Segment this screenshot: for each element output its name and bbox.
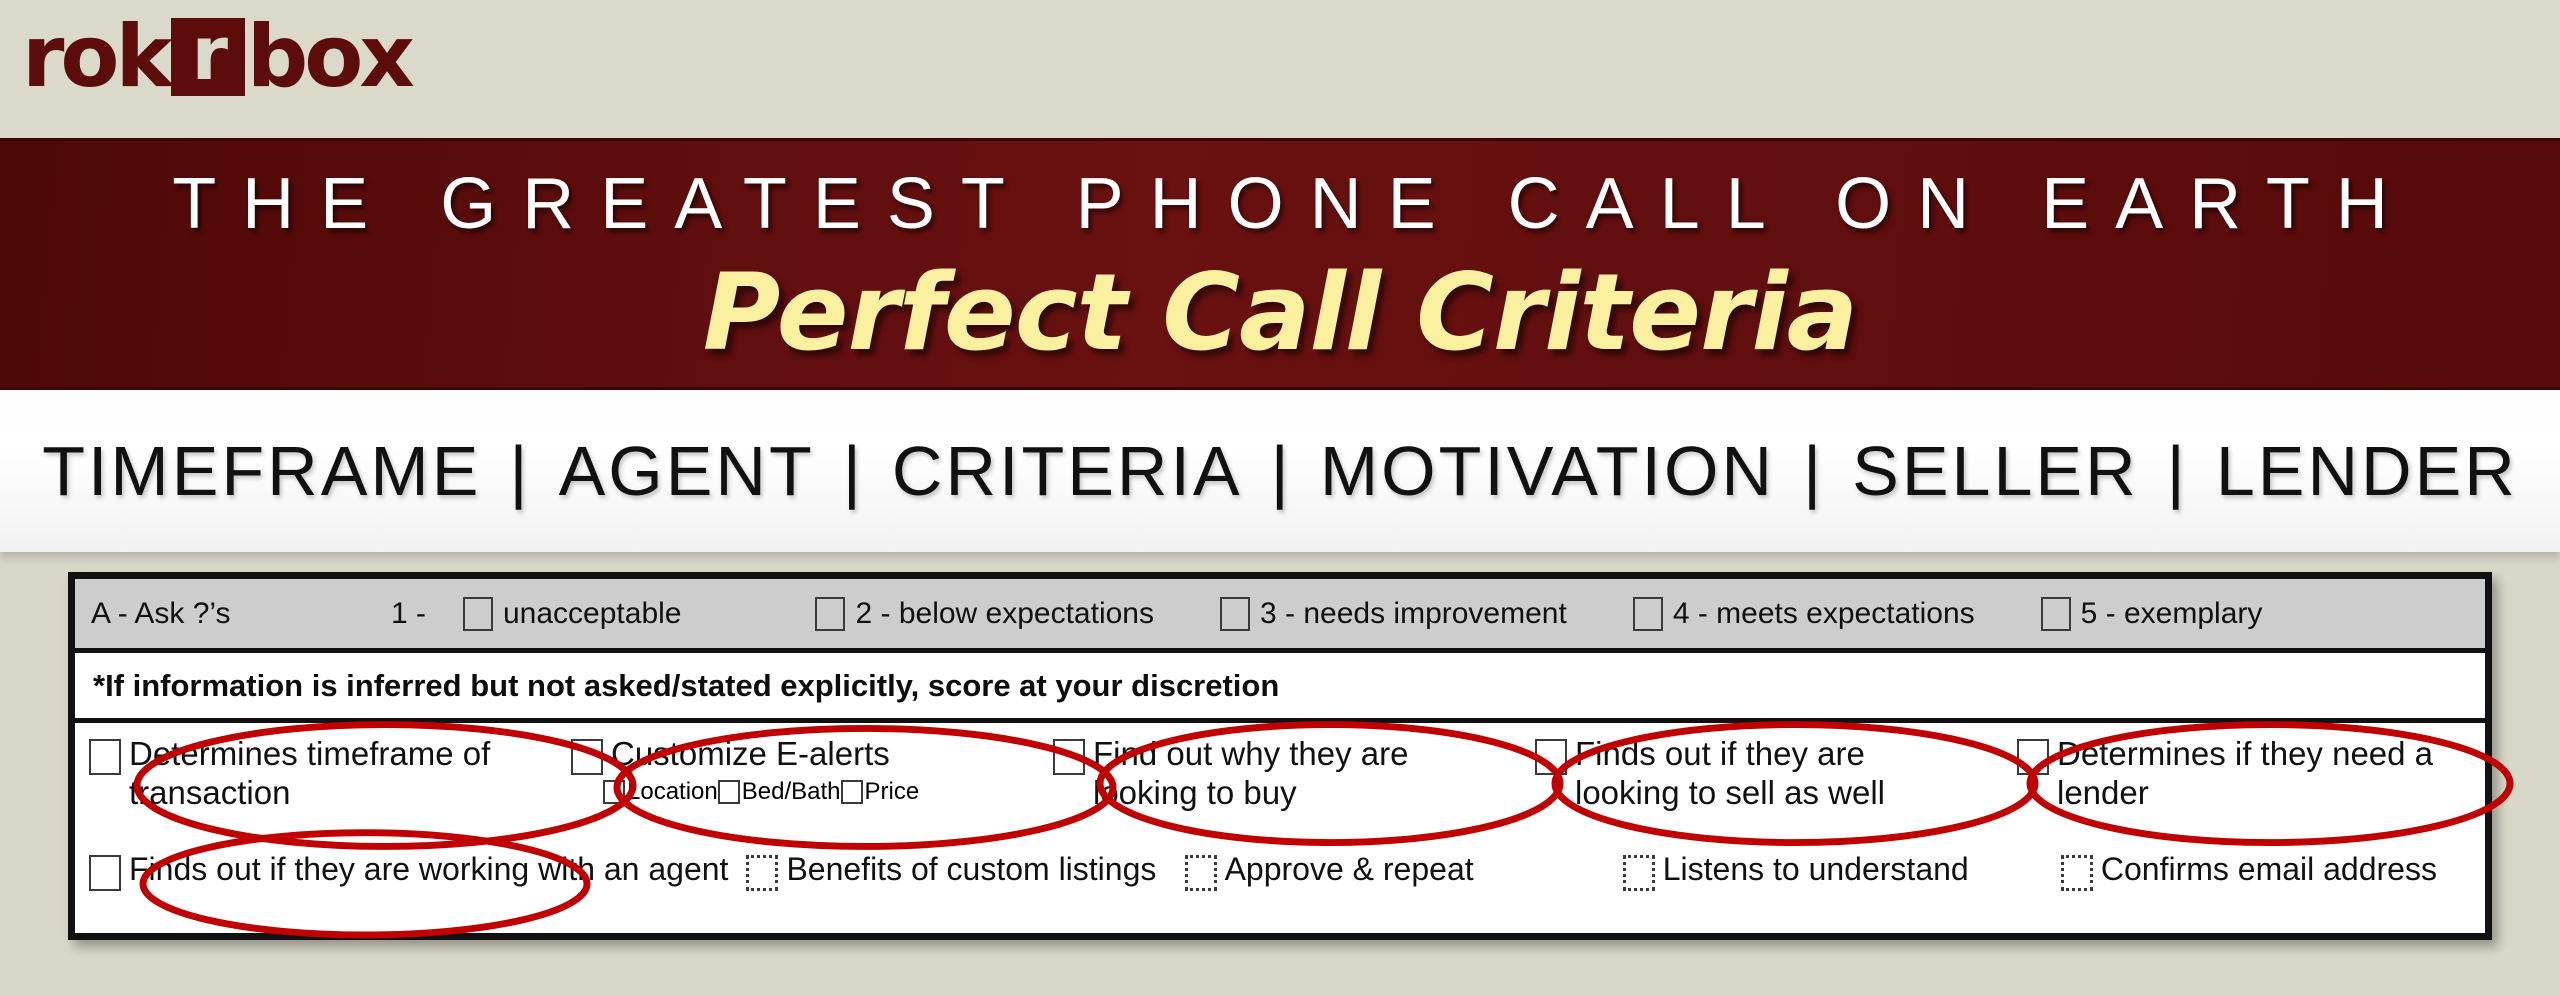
checklist-row-2: Finds out if they are working with an ag… [75, 841, 2485, 933]
nav-items-container: TIMEFRAME | AGENT | CRITERIA | MOTIVATION | SELL… [36, 431, 2524, 511]
legend-option-label: 4 - meets expectations [1672, 596, 1975, 630]
checklist-item[interactable]: Listens to understand [1609, 841, 2047, 933]
legend-option-label: 2 - below expectations [855, 596, 1154, 630]
discretion-note-text: *If information is inferred but not aske… [93, 667, 1280, 703]
nav-item-timeframe[interactable]: TIMEFRAME [36, 431, 487, 511]
sub-option[interactable]: Location [603, 778, 718, 806]
legend-checkbox-4[interactable] [1632, 596, 1663, 631]
checklist-item-label: Determines timeframe of transaction [129, 735, 491, 811]
nav-separator: | [1270, 432, 1292, 510]
legend-option-2[interactable]: 2 - below expectations [805, 596, 1154, 631]
rokrbox-logo[interactable]: rok r box [22, 7, 415, 107]
legend-option-label: 5 - exemplary [2080, 596, 2263, 630]
checklist-item-label: Determines if they need a lender [2057, 735, 2434, 811]
legend-option-label: unacceptable [503, 596, 682, 630]
checklist-sheet-wrapper: A - Ask ?’s 1 - unacceptable 2 - below ex… [0, 552, 2560, 940]
section-nav-strip: TIMEFRAME | AGENT | CRITERIA | MOTIVATION | SELL… [0, 390, 2560, 552]
legend-option-4[interactable]: 4 - meets expectations [1623, 596, 1975, 631]
logo-mark-icon: r [170, 17, 245, 96]
checklist-item[interactable]: Approve & repeat [1171, 841, 1609, 933]
legend-ask-label: A - Ask ?’s [91, 596, 231, 630]
sub-option-label: Bed/Bath [741, 777, 841, 805]
checklist-checkbox[interactable] [89, 739, 121, 775]
checklist-item-label: Customize E-alerts [611, 735, 890, 772]
sub-option-checkbox[interactable] [603, 779, 625, 804]
banner-headline: THE GREATEST PHONE CALL ON EARTH [172, 164, 2414, 244]
legend-option-label: 3 - needs improvement [1260, 596, 1567, 630]
sub-option[interactable]: Bed/Bath [717, 777, 841, 806]
nav-item-motivation[interactable]: MOTIVATION [1314, 431, 1781, 511]
sub-option-checkbox[interactable] [840, 779, 863, 804]
discretion-note-row: *If information is inferred but not aske… [75, 653, 2485, 723]
checklist-checkbox[interactable] [1622, 855, 1655, 891]
banner-subtitle: Perfect Call Criteria [702, 251, 1858, 374]
checklist-item-label: Benefits of custom listings [786, 851, 1157, 887]
nav-separator: | [509, 432, 531, 510]
checklist-item-label: Finds out if they are working with an ag… [129, 851, 729, 887]
checklist-item[interactable]: Confirms email address [2047, 841, 2485, 933]
sub-options-container: Location Bed/Bath Price [603, 778, 919, 806]
checklist-row-1: Determines timeframe of transaction Custo… [75, 723, 2485, 841]
checklist-checkbox[interactable] [89, 855, 121, 891]
sub-option[interactable]: Price [840, 777, 920, 806]
sub-option-checkbox[interactable] [717, 779, 740, 804]
logo-suffix: box [246, 7, 415, 107]
legend-checkbox-2[interactable] [815, 596, 846, 631]
legend-one-prefix: 1 - [391, 596, 427, 630]
nav-separator: | [842, 432, 864, 510]
legend-options-container: unacceptable 2 - below expectations 3 - ne… [453, 596, 2318, 631]
legend-option-3[interactable]: 3 - needs improvement [1210, 596, 1567, 631]
title-banner: THE GREATEST PHONE CALL ON EARTH Perfect… [0, 138, 2560, 390]
checklist-checkbox[interactable] [746, 855, 779, 891]
logo-strip: rok r box [0, 0, 2560, 138]
nav-item-agent[interactable]: AGENT [553, 431, 821, 511]
legend-checkbox-1[interactable] [463, 596, 493, 631]
nav-item-seller[interactable]: SELLER [1846, 431, 2144, 511]
checklist-item[interactable]: Finds out if they are looking to sell as… [1521, 723, 2003, 841]
checklist-checkbox[interactable] [1184, 855, 1217, 891]
legend-checkbox-3[interactable] [1220, 596, 1250, 631]
nav-separator: | [1802, 432, 1825, 510]
checklist-item[interactable]: Finds out if they are working with an ag… [75, 841, 732, 933]
checklist-item[interactable]: Benefits of custom listings [732, 841, 1170, 933]
checklist-checkbox[interactable] [2060, 855, 2093, 891]
nav-item-lender[interactable]: LENDER [2210, 431, 2524, 511]
checklist-sheet: A - Ask ?’s 1 - unacceptable 2 - below ex… [68, 572, 2514, 940]
checklist-item[interactable]: Find out why they are looking to buy [1039, 723, 1521, 841]
nav-separator: | [2166, 432, 2188, 510]
checklist-checkbox[interactable] [2017, 739, 2049, 775]
checklist-item[interactable]: Determines timeframe of transaction [75, 723, 557, 841]
checklist-checkbox[interactable] [571, 739, 603, 775]
logo-prefix: rok [22, 7, 173, 107]
checklist-checkbox[interactable] [1535, 739, 1567, 775]
checklist-item[interactable]: Determines if they need a lender [2003, 723, 2485, 841]
legend-option-5[interactable]: 5 - exemplary [2031, 596, 2263, 631]
checklist-item-label: Find out why they are looking to buy [1093, 735, 1409, 811]
checklist-checkbox[interactable] [1053, 739, 1085, 775]
legend-checkbox-5[interactable] [2040, 596, 2071, 631]
sub-option-label: Price [864, 777, 920, 805]
checklist-item-label: Approve & repeat [1224, 851, 1474, 887]
checklist-item-label: Listens to understand [1662, 851, 1969, 887]
score-legend-row: A - Ask ?’s 1 - unacceptable 2 - below ex… [75, 579, 2485, 653]
legend-option-1[interactable]: unacceptable [453, 596, 682, 631]
nav-item-criteria[interactable]: CRITERIA [886, 431, 1249, 511]
checklist-item-label: Confirms email address [2100, 851, 2437, 887]
checklist-item-label: Finds out if they are looking to sell as… [1575, 735, 1885, 811]
checklist-item[interactable]: Customize E-alerts Location Bed/Bath Price [557, 723, 1039, 841]
sub-option-label: Location [627, 777, 718, 805]
